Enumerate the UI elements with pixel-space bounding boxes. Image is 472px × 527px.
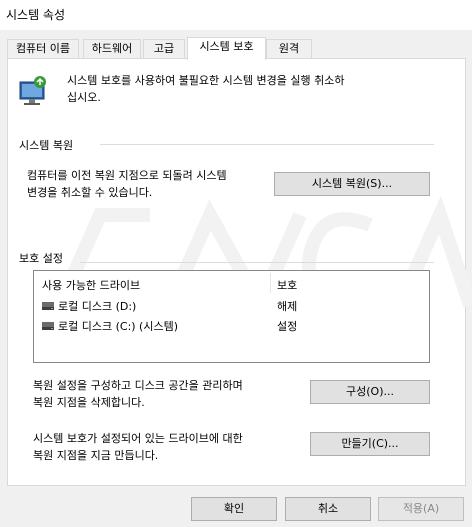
tab-label: 시스템 보호 bbox=[199, 40, 254, 53]
desc-line: 복원 지점을 지금 만듭니다. bbox=[33, 449, 159, 462]
group-divider bbox=[80, 262, 434, 263]
desc-line: 시스템 보호가 설정되어 있는 드라이브에 대한 bbox=[33, 432, 243, 445]
drive-protection-status: 설정 bbox=[277, 320, 298, 333]
hard-drive-icon bbox=[42, 302, 54, 310]
tab-label: 고급 bbox=[153, 42, 175, 55]
tab-label: 하드웨어 bbox=[91, 42, 133, 55]
computer-shield-icon bbox=[19, 76, 46, 105]
create-button[interactable]: 만들기(C)... bbox=[310, 432, 430, 456]
tab-remote[interactable]: 원격 bbox=[266, 39, 312, 59]
cancel-button[interactable]: 취소 bbox=[285, 497, 371, 521]
protection-group-label: 보호 설정 bbox=[19, 250, 63, 266]
apply-button[interactable]: 적용(A) bbox=[378, 497, 464, 521]
tab-advanced[interactable]: 고급 bbox=[143, 39, 185, 59]
desc-line: 복원 지점을 삭제합니다. bbox=[33, 396, 145, 409]
intro-text: 시스템 보호를 사용하여 불필요한 시스템 변경을 실행 취소하 십시오. bbox=[67, 72, 427, 106]
create-description: 시스템 보호가 설정되어 있는 드라이브에 대한 복원 지점을 지금 만듭니다. bbox=[33, 430, 243, 464]
drive-list[interactable]: 사용 가능한 드라이브 보호 로컬 디스크 (D:) 해제 로컬 디스크 (C:… bbox=[33, 270, 430, 363]
configure-description: 복원 설정을 구성하고 디스크 공간을 관리하며 복원 지점을 삭제합니다. bbox=[33, 377, 243, 411]
window-title: 시스템 속성 bbox=[6, 8, 66, 22]
tab-label: 컴퓨터 이름 bbox=[15, 42, 71, 55]
tab-system-protection[interactable]: 시스템 보호 bbox=[187, 37, 266, 60]
desc-line: 변경을 취소할 수 있습니다. bbox=[27, 186, 153, 199]
ok-button[interactable]: 확인 bbox=[191, 497, 277, 521]
column-separator bbox=[270, 273, 271, 293]
hard-drive-icon bbox=[42, 322, 54, 330]
intro-line: 시스템 보호를 사용하여 불필요한 시스템 변경을 실행 취소하 bbox=[67, 74, 345, 87]
drive-protection-status: 해제 bbox=[277, 300, 298, 313]
column-header-protection[interactable]: 보호 bbox=[277, 277, 297, 293]
drive-name: 로컬 디스크 (D:) bbox=[58, 300, 137, 313]
system-restore-button[interactable]: 시스템 복원(S)... bbox=[274, 172, 430, 196]
tab-computer-name[interactable]: 컴퓨터 이름 bbox=[7, 39, 79, 59]
title-bar: 시스템 속성 bbox=[0, 0, 472, 30]
configure-button[interactable]: 구성(O)... bbox=[310, 380, 430, 404]
drive-name: 로컬 디스크 (C:) (시스템) bbox=[58, 320, 179, 333]
intro-line: 십시오. bbox=[67, 91, 101, 104]
drive-row[interactable]: 로컬 디스크 (C:) (시스템) 설정 bbox=[34, 315, 429, 335]
group-divider bbox=[100, 144, 434, 145]
desc-line: 컴퓨터를 이전 복원 지점으로 되돌려 시스템 bbox=[27, 169, 227, 182]
desc-line: 복원 설정을 구성하고 디스크 공간을 관리하며 bbox=[33, 379, 243, 392]
restore-group-label: 시스템 복원 bbox=[19, 137, 74, 153]
drive-row[interactable]: 로컬 디스크 (D:) 해제 bbox=[34, 295, 429, 315]
restore-description: 컴퓨터를 이전 복원 지점으로 되돌려 시스템 변경을 취소할 수 있습니다. bbox=[27, 167, 227, 201]
column-header-drive[interactable]: 사용 가능한 드라이브 bbox=[42, 277, 140, 293]
tab-label: 원격 bbox=[278, 42, 300, 55]
tab-hardware[interactable]: 하드웨어 bbox=[83, 39, 141, 59]
tab-strip: 컴퓨터 이름 하드웨어 고급 시스템 보호 원격 bbox=[0, 37, 472, 60]
